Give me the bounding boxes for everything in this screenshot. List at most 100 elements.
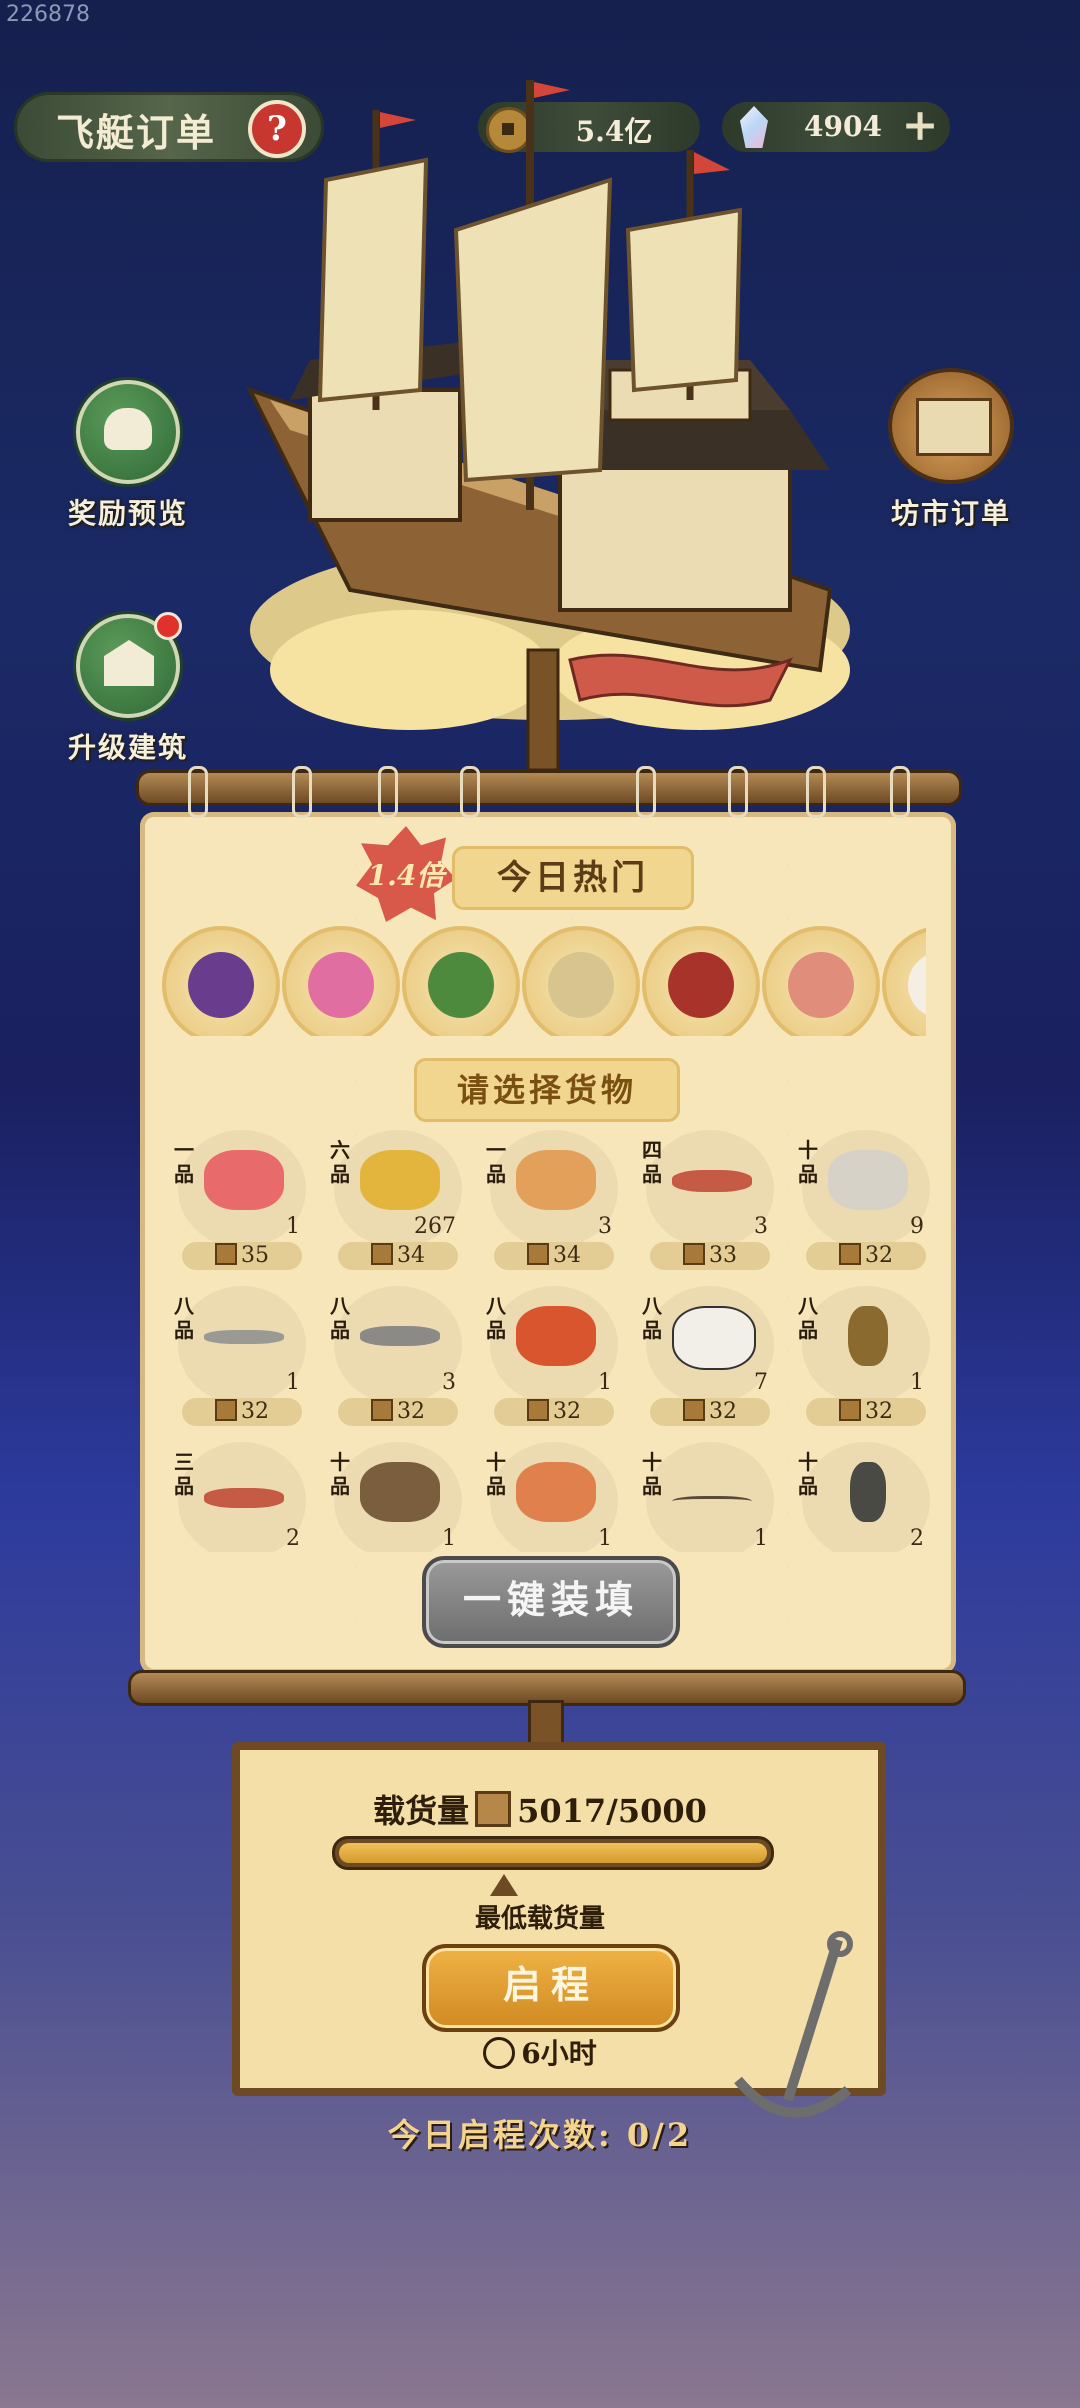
banner-ring <box>460 766 480 818</box>
owned-qty: 3 <box>754 1214 768 1239</box>
owned-qty: 1 <box>910 1370 924 1395</box>
dragon-icon <box>516 1150 596 1210</box>
goldfish-icon <box>204 1150 284 1210</box>
owned-qty: 2 <box>910 1526 924 1551</box>
owned-qty: 1 <box>598 1370 612 1395</box>
crate-icon <box>475 1791 512 1827</box>
grade-label: 十品 <box>330 1450 350 1498</box>
market-orders-button[interactable]: 坊市订单 <box>876 368 1026 532</box>
fish-icon <box>672 1170 752 1192</box>
goods-item[interactable]: 八品 1 32 <box>474 1280 624 1426</box>
building-upgrade-icon <box>76 612 182 718</box>
daily-departures-count: 今日启程次数: 0/2 <box>387 2116 693 2154</box>
goods-item[interactable]: 三品 2 <box>162 1436 312 1552</box>
moth-icon <box>672 1306 756 1370</box>
owned-qty: 2 <box>286 1526 300 1551</box>
owned-qty: 1 <box>442 1526 456 1551</box>
grade-label: 八品 <box>330 1294 350 1342</box>
crate-price: 32 <box>338 1398 458 1426</box>
crate-price: 32 <box>650 1398 770 1426</box>
market-stall-icon <box>888 368 1014 484</box>
grade-label: 八品 <box>798 1294 818 1342</box>
crate-price: 32 <box>494 1398 614 1426</box>
hot-item-eggplant <box>162 926 280 1036</box>
grade-label: 六品 <box>330 1138 350 1186</box>
goods-item[interactable]: 六品 267 34 <box>318 1124 468 1270</box>
crate-price: 33 <box>650 1242 770 1270</box>
grade-label: 一品 <box>486 1138 506 1186</box>
crate-price: 35 <box>182 1242 302 1270</box>
butterfly-icon <box>516 1462 596 1522</box>
owned-qty: 1 <box>754 1526 768 1551</box>
owned-qty: 7 <box>754 1370 768 1395</box>
grade-label: 一品 <box>174 1138 194 1186</box>
market-orders-label: 坊市订单 <box>890 497 1011 530</box>
depart-button[interactable]: 启程 <box>422 1944 680 2032</box>
crate-price: 34 <box>338 1242 458 1270</box>
duration-row: 6小时 <box>0 2032 1080 2072</box>
goods-item[interactable]: 十品 1 <box>474 1436 624 1552</box>
watermelon-icon <box>428 952 494 1018</box>
hot-item-zongzi <box>522 926 640 1036</box>
auto-fill-label: 一键装填 <box>462 1577 639 1622</box>
ray-icon <box>828 1150 908 1210</box>
grade-label: 十品 <box>798 1138 818 1186</box>
goods-item[interactable]: 一品 3 34 <box>474 1124 624 1270</box>
eggplant-icon <box>188 952 254 1018</box>
upgrade-building-button[interactable]: 升级建筑 <box>58 612 198 766</box>
moth-icon <box>360 1462 440 1522</box>
min-load-label: 最低载货量 <box>474 1904 605 1934</box>
airship-illustration <box>246 80 850 770</box>
owned-qty: 267 <box>414 1214 456 1239</box>
goods-item[interactable]: 八品 1 32 <box>786 1280 936 1426</box>
select-goods-banner: 请选择货物 <box>414 1058 680 1122</box>
anchor-icon <box>734 1931 853 2118</box>
hot-today-title: 今日热门 <box>497 858 649 898</box>
owned-qty: 3 <box>598 1214 612 1239</box>
cargo-progress-bar <box>332 1836 774 1870</box>
crate-price: 32 <box>806 1398 926 1426</box>
grade-label: 八品 <box>174 1294 194 1342</box>
goods-item[interactable]: 十品 2 <box>786 1436 936 1552</box>
hot-items-row <box>162 926 926 1036</box>
rewards-preview-button[interactable]: 奖励预览 <box>58 380 198 532</box>
spicy-dish-icon <box>668 952 734 1018</box>
goods-grid: 一品 1 35 六品 267 34 一品 3 34 四品 3 33 十品 9 3… <box>162 1124 942 1552</box>
goods-item[interactable]: 八品 1 32 <box>162 1280 312 1426</box>
hot-item-egg <box>882 926 926 1036</box>
goods-item[interactable]: 八品 3 32 <box>318 1280 468 1426</box>
flower-icon <box>308 952 374 1018</box>
gift-icon <box>76 380 180 484</box>
goods-item[interactable]: 一品 1 35 <box>162 1124 312 1270</box>
cargo-load-label: 载货量 <box>373 1792 470 1830</box>
hot-multiplier-value: 1.4倍 <box>367 859 445 892</box>
goods-item[interactable]: 十品 1 <box>630 1436 780 1552</box>
page-title: 飞艇订单 <box>56 110 217 155</box>
owned-qty: 3 <box>442 1370 456 1395</box>
upgrade-building-label: 升级建筑 <box>67 731 188 764</box>
bug-icon <box>850 1462 886 1522</box>
build-id: 226878 <box>6 2 90 27</box>
butterfly-icon <box>516 1306 596 1366</box>
duration-value: 6小时 <box>521 2037 597 2070</box>
zongzi-icon <box>548 952 614 1018</box>
goods-item[interactable]: 八品 7 32 <box>630 1280 780 1426</box>
owned-qty: 9 <box>910 1214 924 1239</box>
goods-item[interactable]: 十品 9 32 <box>786 1124 936 1270</box>
crate-price: 34 <box>494 1242 614 1270</box>
owned-qty: 1 <box>598 1526 612 1551</box>
notification-dot <box>154 612 182 640</box>
eel-icon <box>204 1330 284 1344</box>
water-strider-icon <box>672 1496 752 1509</box>
cargo-progress-fill <box>339 1843 767 1863</box>
banner-ring <box>806 766 826 818</box>
clock-icon <box>483 2037 516 2069</box>
banner-ring <box>728 766 748 818</box>
depart-label: 启程 <box>502 1962 599 2007</box>
add-gems-button[interactable]: + <box>900 104 940 148</box>
goods-item[interactable]: 十品 1 <box>318 1436 468 1552</box>
auto-fill-button[interactable]: 一键装填 <box>422 1556 680 1648</box>
rewards-preview-label: 奖励预览 <box>67 497 188 530</box>
salmon-icon <box>788 952 854 1018</box>
goods-item[interactable]: 四品 3 33 <box>630 1124 780 1270</box>
